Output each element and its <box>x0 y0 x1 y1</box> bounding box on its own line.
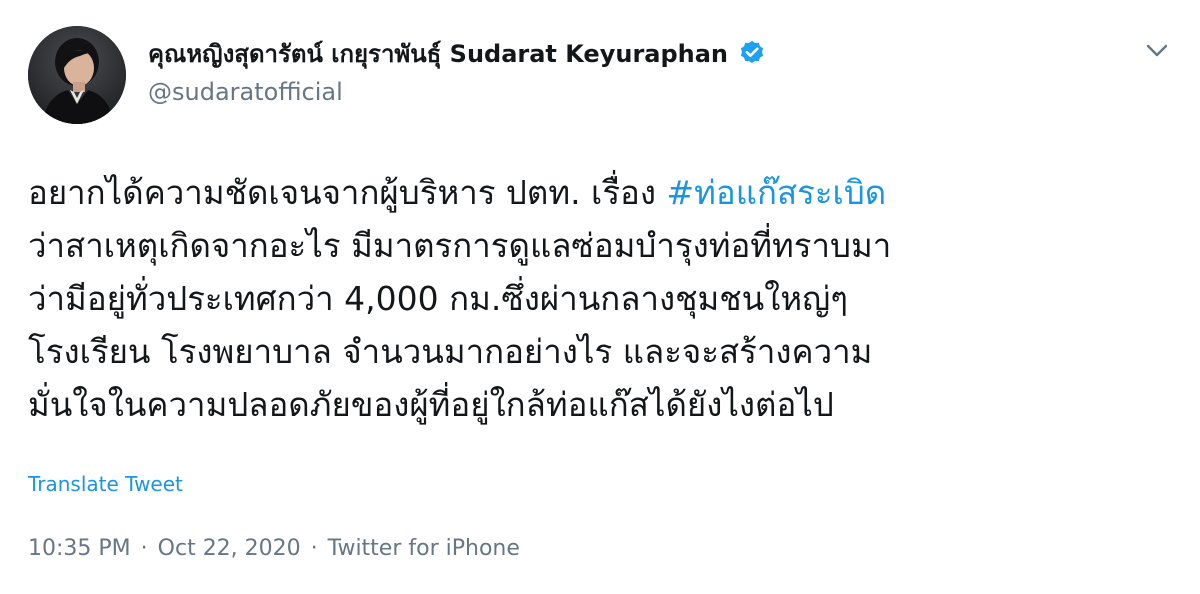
tweet-line: ว่าสาเหตุเกิดจากอะไร มีมาตรการดูแลซ่อมบำ… <box>28 226 892 265</box>
author-handle[interactable]: @sudaratofficial <box>148 78 343 106</box>
tweet-line: มั่นใจในความปลอดภัยของผู้ที่อยู่ใกล้ท่อแ… <box>28 385 834 424</box>
chevron-down-icon[interactable] <box>1140 34 1174 68</box>
author-display-name[interactable]: คุณหญิงสุดารัตน์ เกยุราพันธุ์ Sudarat Ke… <box>148 34 728 73</box>
tweet-meta: 10:35 PM · Oct 22, 2020 · Twitter for iP… <box>28 536 520 561</box>
meta-separator: · <box>140 536 148 561</box>
tweet-text-segment: อยากได้ความชัดเจนจากผู้บริหาร ปตท. เรื่อ… <box>28 173 667 212</box>
tweet-text: อยากได้ความชัดเจนจากผู้บริหาร ปตท. เรื่อ… <box>28 166 1178 431</box>
translate-tweet-link[interactable]: Translate Tweet <box>28 472 183 496</box>
tweet-card: คุณหญิงสุดารัตน์ เกยุราพันธุ์ Sudarat Ke… <box>0 0 1200 594</box>
profile-photo-avatar <box>28 26 126 124</box>
hashtag-link[interactable]: #ท่อแก๊สระเบิด <box>666 173 886 212</box>
tweet-line: โรงเรียน โรงพยาบาล จำนวนมากอย่างไร และจะ… <box>28 332 873 371</box>
verified-badge-icon <box>738 39 766 67</box>
avatar[interactable] <box>28 26 126 124</box>
meta-separator: · <box>310 536 318 561</box>
tweet-line: อยากได้ความชัดเจนจากผู้บริหาร ปตท. เรื่อ… <box>28 166 1178 219</box>
author-name-row[interactable]: คุณหญิงสุดารัตน์ เกยุราพันธุ์ Sudarat Ke… <box>148 36 766 70</box>
tweet-line: ว่ามีอยู่ทั่วประเทศกว่า 4,000 กม.ซึ่งผ่า… <box>28 279 848 318</box>
tweet-source-link[interactable]: Twitter for iPhone <box>328 536 520 561</box>
tweet-time-link[interactable]: 10:35 PM <box>28 536 131 561</box>
tweet-date-link[interactable]: Oct 22, 2020 <box>158 536 301 561</box>
